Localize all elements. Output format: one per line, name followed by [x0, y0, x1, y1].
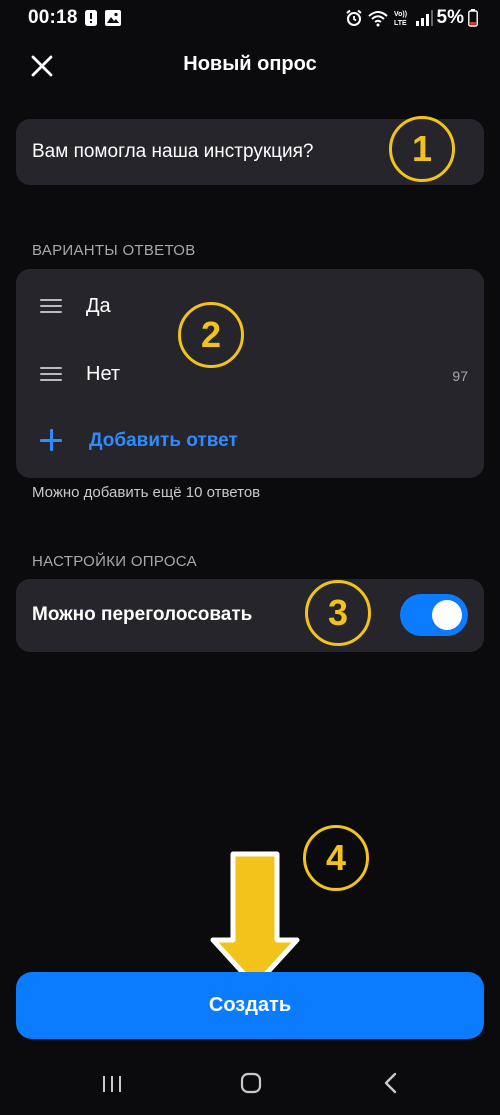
back-icon	[384, 1072, 397, 1094]
revote-label: Можно переголосовать	[32, 604, 253, 625]
step-3-badge: 3	[305, 580, 371, 646]
revote-setting-row[interactable]: Можно переголосовать	[16, 579, 484, 652]
answer-row-2[interactable]: Нет 97	[16, 349, 484, 401]
battery-percent: 5%	[436, 7, 464, 28]
signal-icon	[415, 10, 433, 26]
battery-icon	[468, 9, 478, 27]
status-right-icons: Vo)) LTE 5%	[345, 7, 478, 29]
step-2-badge: 2	[178, 302, 244, 368]
wifi-icon	[367, 11, 388, 27]
page-title: Новый опрос	[183, 53, 317, 75]
add-answer-label: Добавить ответ	[89, 430, 238, 451]
new-poll-screen: 00:18 Vo)) LTE 5% Новый опрос Вам помогл…	[0, 0, 500, 1115]
volte-icon: Vo)) LTE	[394, 11, 407, 27]
step-1-badge: 1	[389, 116, 455, 182]
drag-handle-icon[interactable]	[40, 367, 62, 383]
add-answer-button[interactable]: Добавить ответ	[16, 421, 484, 465]
settings-section-label: НАСТРОЙКИ ОПРОСА	[32, 553, 197, 570]
back-button[interactable]	[376, 1068, 406, 1098]
alarm-icon	[345, 9, 362, 26]
answer-text[interactable]: Нет	[86, 363, 120, 386]
answer-counter: 97	[452, 368, 468, 384]
answer-row-1[interactable]: Да	[16, 281, 484, 333]
recents-button[interactable]	[97, 1068, 127, 1098]
arrow-down-icon	[210, 851, 300, 989]
answers-section-label: ВАРИАНТЫ ОТВЕТОВ	[32, 242, 196, 259]
alert-icon	[85, 10, 97, 26]
svg-text:Vo)): Vo))	[394, 11, 407, 18]
recents-icon	[103, 1076, 121, 1092]
status-left-icons	[84, 9, 122, 27]
home-button[interactable]	[236, 1068, 266, 1098]
header: Новый опрос	[0, 40, 500, 90]
nav-bar	[0, 1050, 500, 1115]
question-input[interactable]	[32, 141, 372, 163]
status-bar: 00:18 Vo)) LTE 5%	[0, 0, 500, 36]
home-icon	[240, 1072, 262, 1094]
step-4-badge: 4	[303, 825, 369, 891]
svg-text:LTE: LTE	[394, 20, 407, 27]
revote-toggle[interactable]	[400, 594, 468, 636]
answer-text[interactable]: Да	[86, 295, 111, 318]
plus-icon	[40, 429, 62, 451]
toggle-knob	[432, 600, 462, 630]
create-button[interactable]: Создать	[16, 972, 484, 1039]
gallery-icon	[105, 10, 121, 26]
drag-handle-icon[interactable]	[40, 299, 62, 315]
answers-card: Да Нет 97 Добавить ответ	[16, 269, 484, 478]
answers-hint: Можно добавить ещё 10 ответов	[32, 484, 261, 501]
status-time: 00:18	[28, 7, 78, 28]
